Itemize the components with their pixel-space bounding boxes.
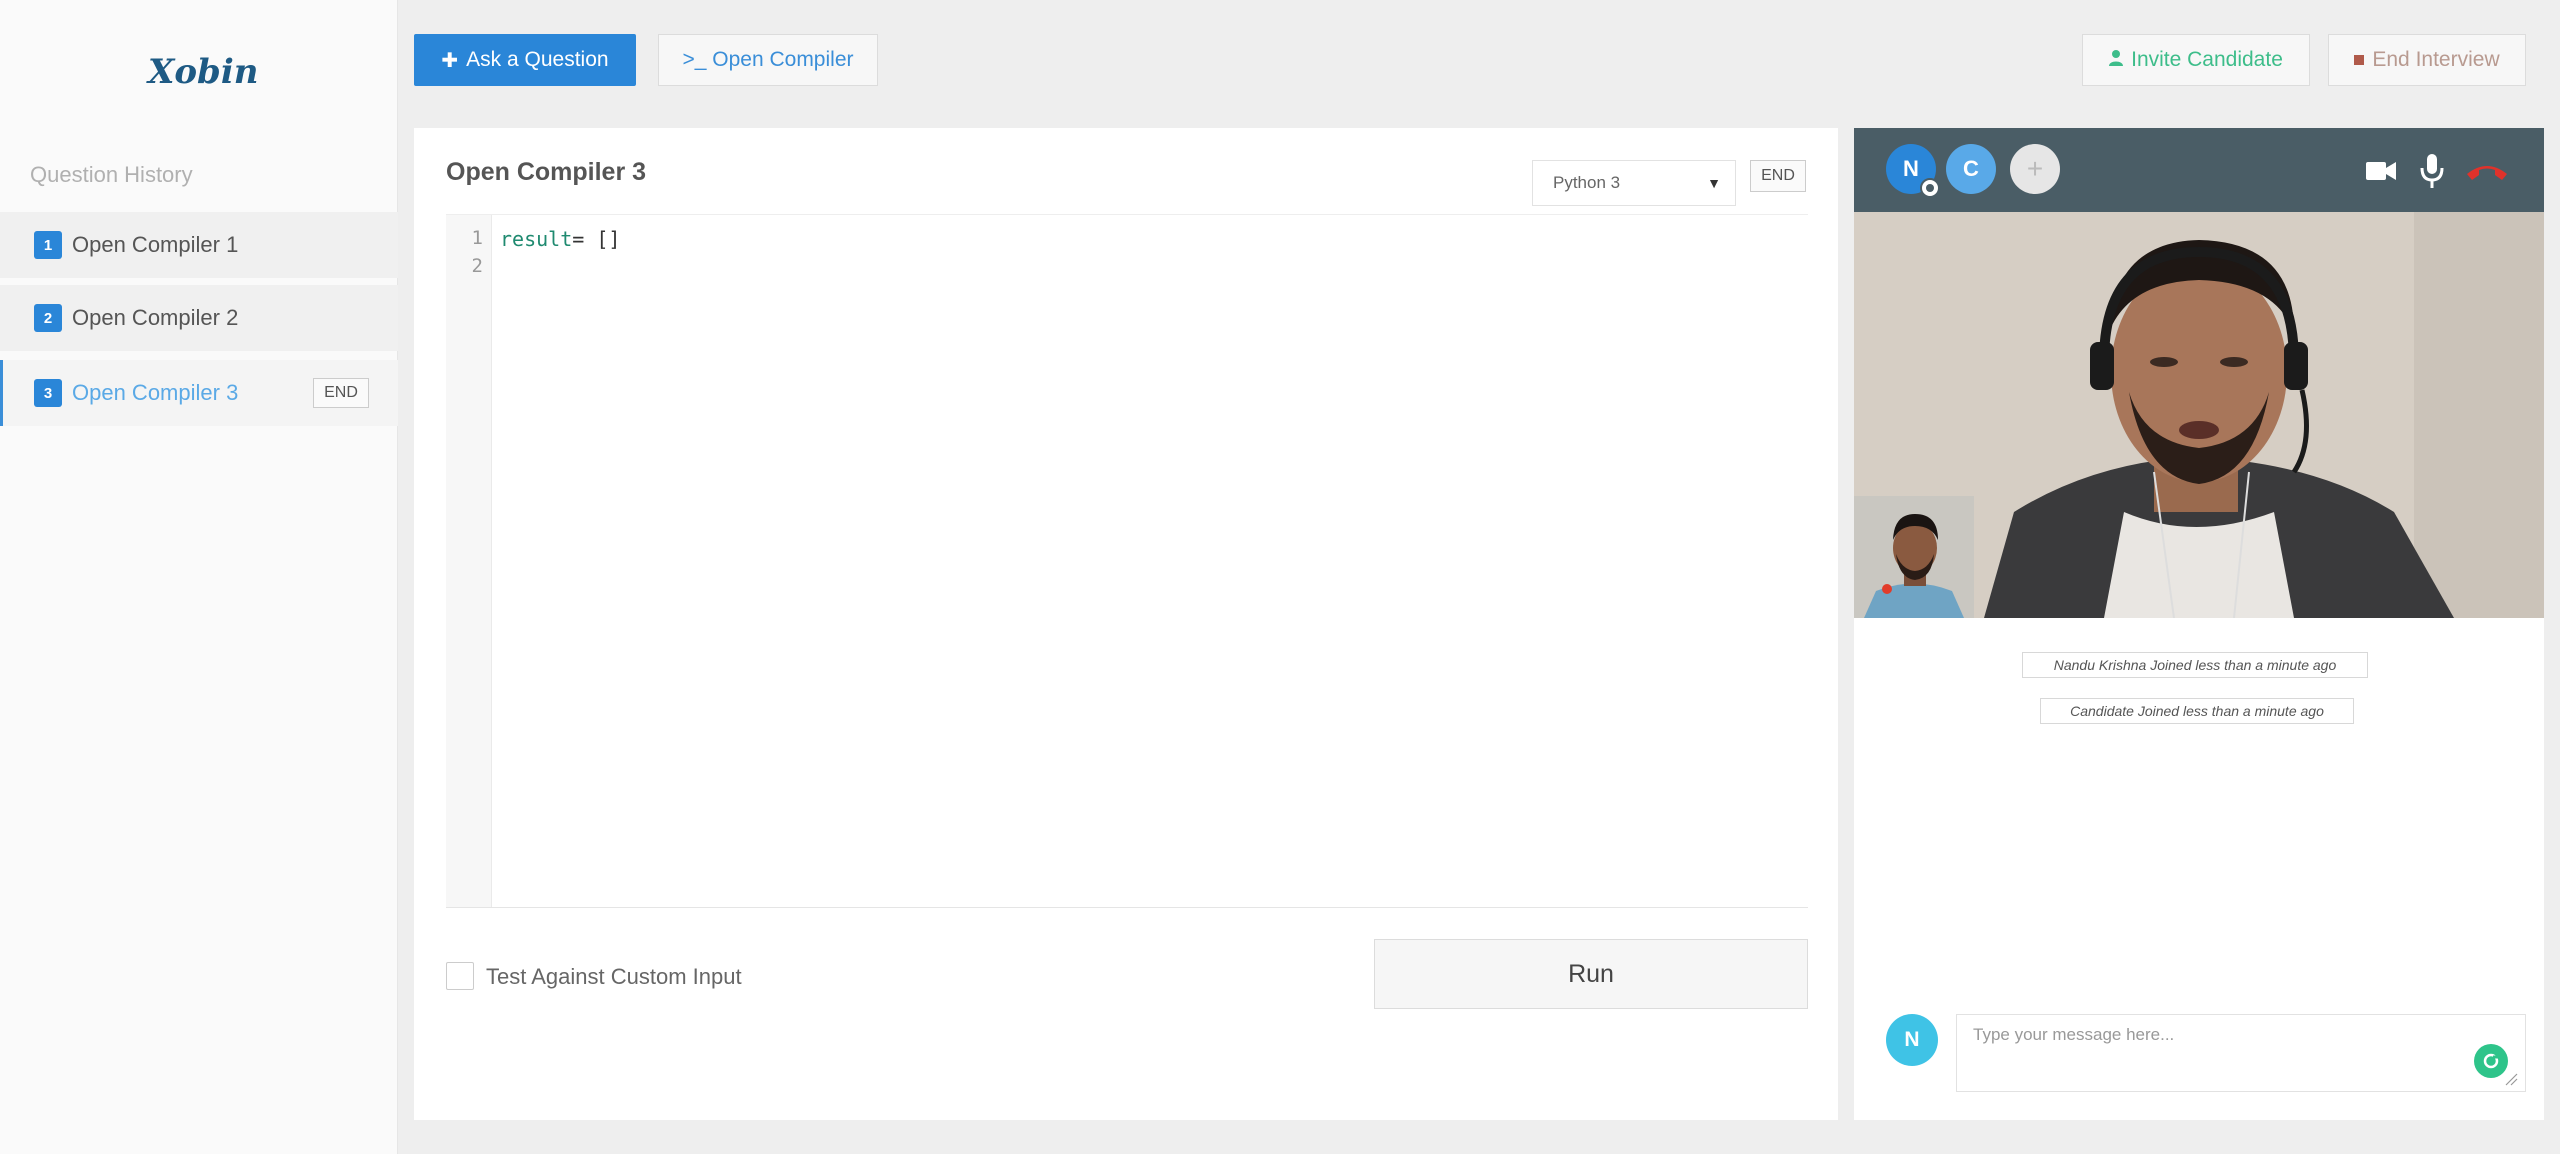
language-select[interactable]: Python 3 ▼ (1532, 160, 1736, 206)
host-badge-icon (1920, 178, 1940, 198)
end-question-button[interactable]: END (313, 378, 369, 408)
ask-question-button[interactable]: ✚ Ask a Question (414, 34, 636, 86)
user-icon (2109, 49, 2124, 71)
panel-title: Open Compiler 3 (446, 158, 647, 186)
hangup-icon[interactable] (2464, 150, 2510, 195)
microphone-icon[interactable] (2418, 150, 2446, 195)
camera-icon[interactable] (2364, 150, 2398, 195)
question-number-badge: 3 (34, 379, 62, 407)
plus-icon: ✚ (441, 49, 459, 72)
system-message: Candidate Joined less than a minute ago (2040, 698, 2354, 724)
sidebar-item-label: Open Compiler 2 (72, 305, 239, 330)
local-video-preview[interactable] (1854, 496, 1974, 618)
invite-candidate-button[interactable]: Invite Candidate (2082, 34, 2310, 86)
participant-avatar-n[interactable]: N (1886, 144, 1940, 198)
run-button[interactable]: Run (1374, 939, 1808, 1009)
line-number: 1 (471, 227, 483, 249)
compiler-panel: Open Compiler 3 Python 3 ▼ END 1 2 resul… (414, 128, 1838, 1120)
participant-avatar-c[interactable]: C (1946, 144, 1996, 194)
custom-input-checkbox[interactable] (446, 962, 474, 990)
code-variable: result (500, 227, 573, 251)
add-participant-button[interactable]: + (2010, 144, 2060, 194)
recording-indicator (1882, 584, 1892, 594)
sidebar-item-open-compiler-3[interactable]: 3 Open Compiler 3 END (0, 360, 398, 426)
sidebar-item-label: Open Compiler 3 (72, 380, 239, 405)
end-interview-button[interactable]: End Interview (2328, 34, 2526, 86)
avatar-initial: N (1903, 156, 1919, 181)
end-interview-label: End Interview (2372, 48, 2500, 71)
chat-message-input[interactable]: Type your message here... (1956, 1014, 2526, 1092)
code-line: result= [] (500, 227, 620, 251)
send-icon[interactable] (2474, 1044, 2508, 1078)
code-rest: = [] (572, 227, 621, 251)
chat-avatar: N (1886, 1014, 1938, 1066)
line-number: 2 (471, 255, 483, 277)
system-message: Nandu Krishna Joined less than a minute … (2022, 652, 2368, 678)
avatar-initial: C (1963, 156, 1979, 181)
video-toolbar: N C + (1854, 128, 2544, 212)
xobin-logo[interactable]: Xobin (148, 52, 258, 92)
custom-input-label[interactable]: Test Against Custom Input (486, 964, 742, 990)
sidebar: Xobin Question History 1 Open Compiler 1… (0, 0, 398, 1154)
open-compiler-label: >_ Open Compiler (682, 48, 854, 71)
language-value: Python 3 (1553, 173, 1621, 192)
caret-down-icon: ▼ (1707, 175, 1721, 191)
stop-icon (2354, 55, 2365, 65)
sidebar-item-open-compiler-2[interactable]: 2 Open Compiler 2 (0, 285, 398, 351)
remote-video (1854, 212, 2544, 618)
video-chat-panel: N C + Nandu Krishna Joined less than a m… (1854, 128, 2544, 1120)
invite-candidate-label: Invite Candidate (2131, 48, 2283, 71)
sidebar-item-open-compiler-1[interactable]: 1 Open Compiler 1 (0, 212, 398, 278)
open-compiler-button[interactable]: >_ Open Compiler (658, 34, 878, 86)
ask-question-label: Ask a Question (466, 48, 609, 71)
code-editor[interactable]: 1 2 result= [] (446, 214, 1808, 908)
local-video-feed (1854, 496, 1974, 618)
question-history-heading: Question History (30, 162, 193, 187)
line-number-gutter: 1 2 (446, 215, 492, 907)
end-compiler-button[interactable]: END (1750, 160, 1806, 192)
question-number-badge: 2 (34, 304, 62, 332)
question-number-badge: 1 (34, 231, 62, 259)
sidebar-item-label: Open Compiler 1 (72, 232, 239, 257)
resize-grip-icon[interactable] (2504, 1072, 2518, 1086)
